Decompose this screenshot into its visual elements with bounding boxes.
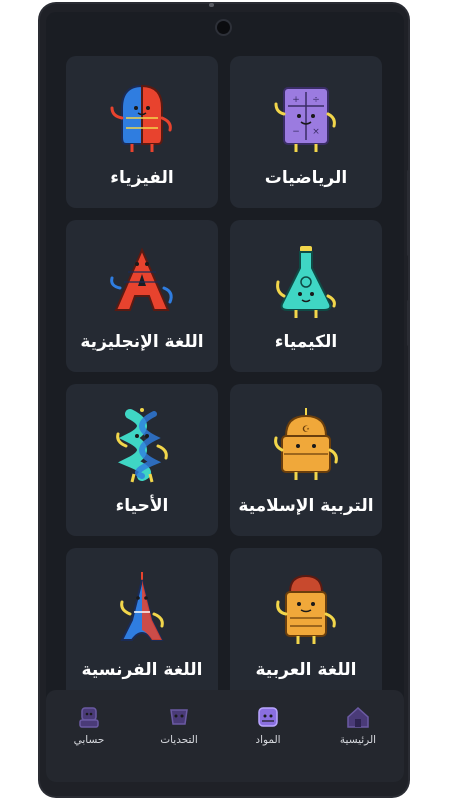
subject-card-physics[interactable]: الفيزياء: [66, 56, 218, 208]
subject-label: الأحياء: [115, 496, 169, 516]
subjects-icon: [258, 707, 278, 727]
subject-card-chemistry[interactable]: الكيمياء: [230, 220, 382, 372]
power-button: [407, 300, 410, 346]
app-screen: + ÷ − × الرياضيات الفيزياء الكيمياء اللغ…: [46, 12, 404, 782]
subject-label: اللغة الإنجليزية: [80, 332, 204, 352]
subject-card-math[interactable]: + ÷ − × الرياضيات: [230, 56, 382, 208]
volume-button: [407, 170, 410, 256]
svg-text:×: ×: [312, 127, 320, 137]
subject-label: الكيمياء: [274, 332, 338, 352]
svg-text:+: +: [292, 95, 300, 105]
subject-card-islamic-education[interactable]: ☪ التربية الإسلامية: [230, 384, 382, 536]
french-eiffel-tower-icon: [120, 572, 164, 641]
nav-item-challenges[interactable]: التحديات: [139, 704, 219, 754]
svg-text:÷: ÷: [312, 95, 320, 105]
subject-card-french[interactable]: اللغة الفرنسية: [66, 548, 218, 700]
speaker-slit: [209, 3, 214, 7]
physics-magnet-icon: [110, 84, 172, 152]
svg-text:−: −: [292, 127, 300, 137]
home-icon: [347, 706, 369, 728]
front-camera: [217, 21, 230, 34]
nav-label-challenges: التحديات: [160, 734, 198, 746]
nav-item-subjects[interactable]: المواد: [228, 704, 308, 754]
subject-label: الرياضيات: [264, 168, 348, 188]
math-book-icon: + ÷ − ×: [274, 87, 336, 152]
subject-label: الفيزياء: [110, 168, 174, 188]
arabic-fez-character-icon: [276, 574, 336, 644]
english-letter-a-icon: [110, 247, 173, 311]
nav-item-home[interactable]: الرئيسية: [318, 704, 398, 754]
nav-label-home: الرئيسية: [339, 734, 377, 746]
subject-card-arabic[interactable]: اللغة العربية: [230, 548, 382, 700]
nav-item-account[interactable]: حسابي: [49, 704, 129, 754]
account-icon: [79, 707, 99, 728]
islamic-mosque-icon: ☪: [274, 408, 338, 480]
nav-label-account: حسابي: [73, 734, 105, 746]
nav-label-subjects: المواد: [255, 734, 281, 746]
subject-card-english[interactable]: اللغة الإنجليزية: [66, 220, 218, 372]
svg-text:☪: ☪: [302, 425, 310, 435]
subject-label: اللغة الفرنسية: [81, 660, 203, 680]
subject-label: اللغة العربية: [255, 660, 357, 680]
biology-dna-icon: [116, 408, 168, 483]
subject-card-biology[interactable]: الأحياء: [66, 384, 218, 536]
subject-label: التربية الإسلامية: [238, 496, 374, 516]
bottom-navigation: الرئيسية المواد التحديات حسابي: [46, 690, 404, 782]
challenges-icon: [170, 709, 188, 725]
chemistry-flask-icon: [276, 246, 336, 318]
